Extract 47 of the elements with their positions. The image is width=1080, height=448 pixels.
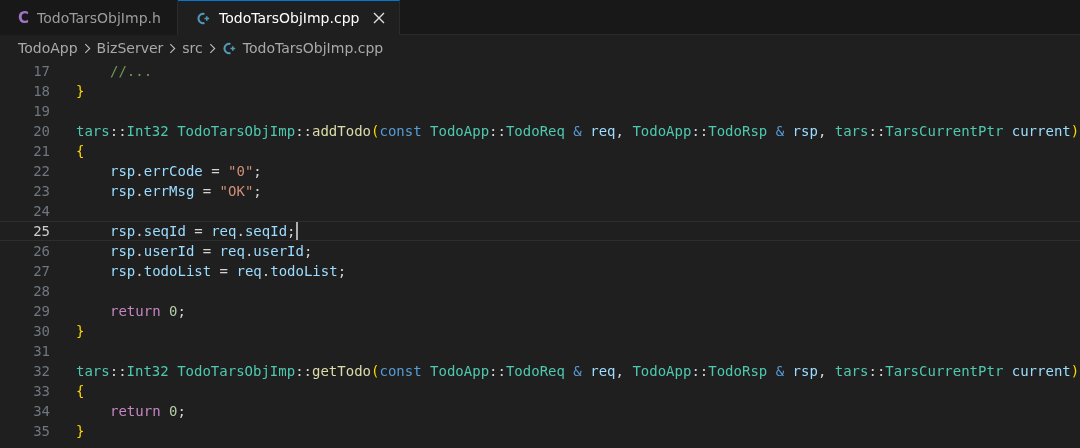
- line-number: 31: [32, 343, 50, 359]
- breadcrumb-item[interactable]: BizServer: [96, 40, 164, 56]
- chevron-icon: [169, 42, 177, 54]
- line-number: 18: [32, 83, 50, 99]
- line-number: 22: [32, 163, 50, 179]
- line-number: 33: [32, 383, 50, 399]
- line-number: 29: [32, 303, 50, 319]
- line-number: 17: [32, 63, 50, 79]
- breadcrumb-item[interactable]: TodoTarsObjImp.cpp: [221, 40, 384, 56]
- chevron-icon: [208, 42, 216, 54]
- line-number: 19: [32, 103, 50, 119]
- breadcrumb-item[interactable]: src: [182, 40, 203, 56]
- code-line: }: [76, 323, 85, 339]
- line-number: 34: [32, 403, 50, 419]
- code-line: }: [76, 423, 85, 439]
- cpp-file-icon: [221, 40, 237, 56]
- line-number: 27: [32, 263, 50, 279]
- cpp-file-icon: [196, 10, 211, 26]
- code-line: rsp.seqId = req.seqId;: [110, 223, 296, 239]
- code-line: return 0;: [110, 303, 186, 319]
- code-line: rsp.errCode = "0";: [110, 163, 262, 179]
- code-line: tars::Int32 TodoTarsObjImp::addTodo(const TodoApp::TodoReq & req, TodoApp::TodoRsp & rsp, tars::TarsCurrentPtr current): [76, 123, 1080, 139]
- line-number: 32: [32, 363, 50, 379]
- line-number: 21: [32, 143, 50, 159]
- breadcrumb-item[interactable]: TodoApp: [18, 40, 78, 56]
- code-line: return 0;: [110, 403, 186, 419]
- text-cursor: [295, 222, 298, 240]
- code-line: {: [76, 383, 85, 399]
- code-line: rsp.userId = req.userId;: [110, 243, 313, 259]
- line-number: 25: [32, 223, 50, 239]
- line-number: 26: [32, 243, 50, 259]
- code-line: rsp.errMsg = "OK";: [110, 183, 262, 199]
- chevron-icon: [83, 42, 91, 54]
- line-number: 30: [32, 323, 50, 339]
- line-number: 28: [32, 283, 50, 299]
- code-line: tars::Int32 TodoTarsObjImp::getTodo(const TodoApp::TodoReq & req, TodoApp::TodoRsp & rsp, tars::TarsCurrentPtr current): [76, 363, 1080, 379]
- line-number: 35: [32, 423, 50, 439]
- close-icon[interactable]: [373, 12, 386, 24]
- code-line: //...: [110, 63, 153, 79]
- line-number: 23: [32, 183, 50, 199]
- code-line: {: [76, 143, 85, 159]
- editor-tab[interactable]: TodoTarsObjImp.cpp: [178, 0, 401, 35]
- code-line: rsp.todoList = req.todoList;: [110, 263, 347, 279]
- line-number: 24: [32, 203, 50, 219]
- code-line: }: [76, 83, 85, 99]
- line-number: 20: [32, 123, 50, 139]
- c-file-icon: C: [18, 9, 29, 27]
